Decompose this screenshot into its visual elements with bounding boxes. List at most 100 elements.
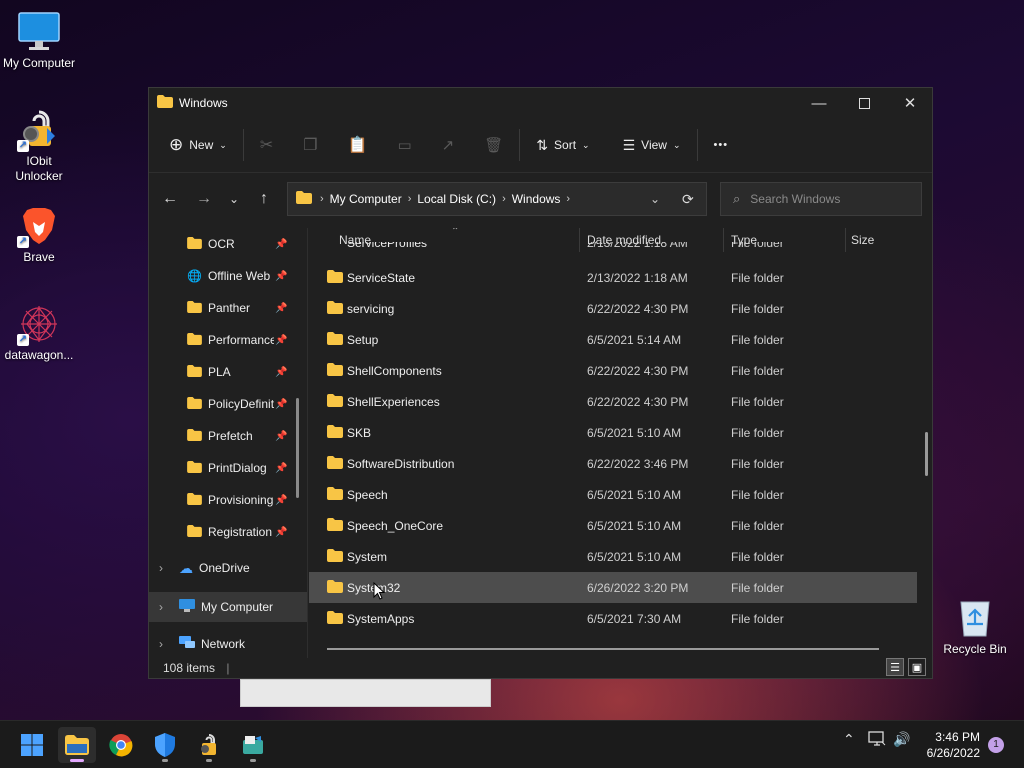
file-rows: ServiceProfiles 2/13/2022 1:18 AM File f… [309,228,933,634]
nav-item-ocr[interactable]: OCR 📌 [149,228,307,260]
show-hidden-icons-button[interactable]: ⌃ [843,731,855,748]
chevron-right-icon[interactable]: › [159,600,179,614]
nav-item-onedrive[interactable]: › ☁ OneDrive [149,548,307,588]
app-window-icon [243,736,263,754]
start-button[interactable] [13,727,51,763]
nav-item-pla[interactable]: PLA 📌 [149,356,307,388]
desktop-icon-recycle-bin[interactable]: Recycle Bin [936,596,1014,657]
chevron-right-icon[interactable]: › [159,561,179,575]
maximize-button[interactable] [841,88,887,118]
table-row[interactable]: System 6/5/2021 5:10 AM File folder [309,541,933,572]
sort-button[interactable]: ⇅ Sort ⌄ [528,129,597,161]
view-button[interactable]: ☰ View ⌄ [615,129,689,161]
clock[interactable]: 3:46 PM 6/26/2022 [918,729,980,761]
breadcrumb-local-disk[interactable]: Local Disk (C:) [417,192,496,206]
chevron-right-icon[interactable]: › [159,637,179,651]
cut-button[interactable]: ✂ [252,129,281,161]
table-row[interactable]: servicing 6/22/2022 4:30 PM File folder [309,293,933,324]
table-row[interactable]: SoftwareDistribution 6/22/2022 3:46 PM F… [309,448,933,479]
folder-icon [187,460,202,476]
table-row-selected[interactable]: System32 6/26/2022 3:20 PM File folder [309,572,917,603]
file-type: File folder [731,363,784,378]
brave-lion-icon: ↗ [17,204,61,248]
table-row[interactable]: SKB 6/5/2021 5:10 AM File folder [309,417,933,448]
running-app-indicator [162,759,168,762]
nav-item-policydefinitions[interactable]: PolicyDefinitions 📌 [149,388,307,420]
paste-button[interactable]: 📋 [340,129,376,161]
pin-icon: 📌 [275,302,288,314]
nav-item-offline-web[interactable]: 🌐 Offline Web 📌 [149,260,307,292]
desktop-icon-label: My Computer [2,56,76,70]
folder-icon [327,456,343,472]
copy-button[interactable]: ❐ [295,129,325,161]
up-button[interactable]: ↑ [249,184,279,214]
file-type: File folder [731,332,784,347]
nav-item-label: Offline Web [207,269,271,283]
horizontal-scrollbar[interactable] [327,648,879,650]
nav-item-my-computer[interactable]: › My Computer [149,592,307,622]
cloud-icon: ☁ [179,559,193,576]
nav-item-printdialog[interactable]: PrintDialog 📌 [149,452,307,484]
taskbar-file-explorer[interactable] [58,727,96,763]
file-type: File folder [731,518,784,533]
tiles-view-button[interactable]: ▣ [908,658,926,676]
table-row[interactable]: Setup 6/5/2021 5:14 AM File folder [309,324,933,355]
nav-item-performance[interactable]: Performance 📌 [149,324,307,356]
rename-button[interactable]: ▭ [389,129,419,161]
table-row[interactable]: ShellComponents 6/22/2022 4:30 PM File f… [309,355,933,386]
close-button[interactable]: ✕ [887,88,933,118]
view-toggle: ☰ ▣ [886,658,926,676]
table-row[interactable]: ServiceProfiles 2/13/2022 1:18 AM File f… [309,242,933,262]
desktop-icon-datawagon[interactable]: ↗ datawagon... [0,302,78,363]
view-button-label: View [641,138,667,152]
mandala-icon: ↗ [17,302,61,346]
recent-locations-button[interactable]: ⌄ [219,184,249,214]
pane-divider[interactable] [307,228,308,658]
nav-item-prefetch[interactable]: Prefetch 📌 [149,420,307,452]
breadcrumb-windows[interactable]: Windows [512,192,561,206]
nav-item-registration[interactable]: Registration 📌 [149,516,307,548]
volume-icon[interactable]: 🔊 [893,731,910,748]
refresh-button[interactable]: ⟳ [682,191,694,208]
table-row[interactable]: ServiceState 2/13/2022 1:18 AM File fold… [309,262,933,293]
taskbar-windows-security[interactable] [146,727,184,763]
desktop-icon-my-computer[interactable]: My Computer [0,10,78,71]
file-date: 6/5/2021 5:10 AM [587,549,682,564]
breadcrumb-my-computer[interactable]: My Computer [330,192,402,206]
table-row[interactable]: ShellExperiences 6/22/2022 4:30 PM File … [309,386,933,417]
nav-item-network[interactable]: › Network [149,626,307,658]
desktop-icon-iobit-unlocker[interactable]: ↗ IObit Unlocker [0,108,78,184]
network-status-icon[interactable] [868,731,886,750]
taskbar-app-generic[interactable] [234,727,272,763]
taskbar-iobit-unlocker[interactable] [190,727,228,763]
address-bar[interactable]: › My Computer › Local Disk (C:) › Window… [287,182,707,216]
back-button[interactable]: ← [155,184,185,214]
share-button[interactable]: ↗ [434,129,463,161]
address-dropdown-button[interactable]: ⌄ [650,192,660,206]
table-row[interactable]: Speech 6/5/2021 5:10 AM File folder [309,479,933,510]
notification-badge[interactable]: 1 [988,737,1004,753]
forward-button[interactable]: → [189,184,219,214]
minimize-button[interactable]: — [796,88,842,118]
chevron-down-icon: ⌄ [672,139,681,150]
desktop-icon-brave[interactable]: ↗ Brave [0,204,78,265]
nav-item-provisioning[interactable]: Provisioning 📌 [149,484,307,516]
details-view-button[interactable]: ☰ [886,658,904,676]
unlocker-icon: ↗ [17,108,61,152]
new-button[interactable]: ⊕ New ⌄ [161,129,235,161]
file-type: File folder [731,580,784,595]
more-options-button[interactable]: ••• [706,129,737,161]
taskbar-chrome[interactable] [102,727,140,763]
delete-button[interactable]: 🗑 [476,129,511,161]
nav-item-label: PrintDialog [208,461,267,475]
table-row[interactable]: Speech_OneCore 6/5/2021 5:10 AM File fol… [309,510,933,541]
file-name: ServiceState [347,270,416,285]
navigation-pane-scrollbar[interactable] [296,398,299,498]
file-date: 6/5/2021 7:30 AM [587,611,682,626]
file-type: File folder [731,301,784,316]
nav-item-panther[interactable]: Panther 📌 [149,292,307,324]
nav-item-label: Panther [208,301,251,315]
search-box[interactable]: ⌕ Search Windows [720,182,922,216]
table-row[interactable]: SystemApps 6/5/2021 7:30 AM File folder [309,603,933,634]
file-list-scrollbar[interactable] [925,432,928,476]
